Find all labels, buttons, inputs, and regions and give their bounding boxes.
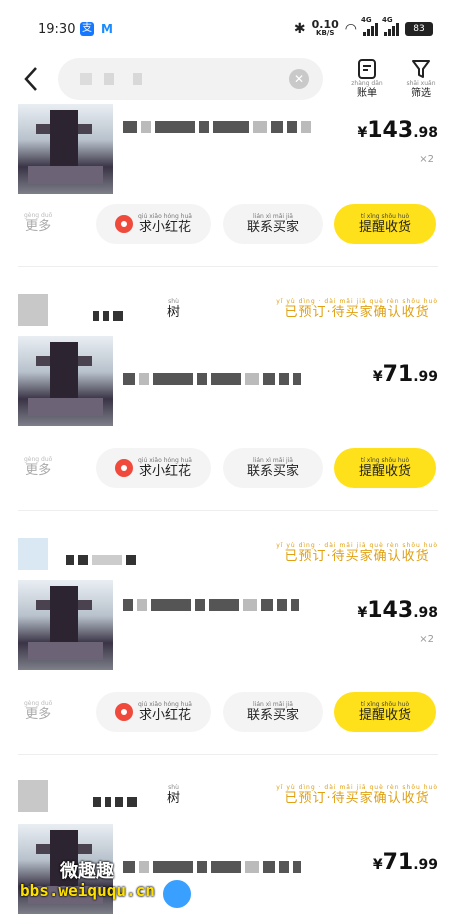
order-status: yǐ yù dìng · dài mǎi jiā què rèn shōu hu…	[276, 298, 438, 320]
network-speed: 0.10 KB/S	[311, 18, 339, 37]
watermark: 微趣趣 bbs.weiququ.cn	[20, 855, 200, 911]
remind-receipt-button[interactable]: tí xǐng shōu huò 提醒收货	[334, 204, 436, 244]
order-card[interactable]: shù 树 yǐ yù dìng · dài mǎi jiā què rèn sh…	[0, 290, 455, 510]
order-status: yǐ yù dìng · dài mǎi jiā què rèn shōu hu…	[276, 784, 438, 806]
contact-buyer-button[interactable]: lián xì mǎi jiā 联系买家	[223, 448, 323, 488]
order-item[interactable]: ¥71.99	[18, 336, 438, 426]
price: ¥143.98	[357, 598, 439, 623]
signal-icon-2: 4G	[382, 16, 399, 36]
shop-name-redacted	[66, 550, 140, 565]
shop-row[interactable]: yǐ yù dìng · dài mǎi jiā què rèn shōu hu…	[18, 538, 438, 572]
battery-icon: 83	[405, 22, 433, 36]
shop-avatar	[18, 538, 48, 570]
product-thumbnail	[18, 580, 113, 670]
wifi-icon: ◠	[344, 21, 357, 37]
filter-button[interactable]: shāi xuǎn 筛选	[404, 58, 438, 99]
clock: 19:30	[38, 22, 76, 37]
shop-name-redacted	[93, 792, 141, 807]
remind-receipt-button[interactable]: tí xǐng shōu huò 提醒收货	[334, 692, 436, 732]
shop-row[interactable]: shù 树 yǐ yù dìng · dài mǎi jiā què rèn sh…	[18, 780, 438, 814]
flower-button[interactable]: qiú xiǎo hóng huā 求小红花	[96, 204, 211, 244]
order-actions: gèng duō 更多 qiú xiǎo hóng huā 求小红花 lián xì…	[18, 204, 438, 248]
product-title-redacted	[123, 368, 305, 390]
shop-row[interactable]: shù 树 yǐ yù dìng · dài mǎi jiā què rèn sh…	[18, 294, 438, 328]
clear-search-icon[interactable]: ✕	[289, 69, 309, 89]
search-input[interactable]: ✕	[58, 58, 323, 100]
meituan-icon: M	[101, 22, 113, 36]
divider	[18, 510, 438, 511]
order-item[interactable]: ¥143.98 ×2	[18, 580, 438, 670]
price: ¥71.99	[372, 850, 438, 875]
order-item[interactable]: ¥143.98 ×2	[18, 104, 438, 194]
divider	[18, 266, 438, 267]
order-card[interactable]: yǐ yù dìng · dài mǎi jiā què rèn shōu hu…	[0, 534, 455, 754]
product-thumbnail	[18, 104, 113, 194]
alipay-icon: 支	[80, 22, 94, 36]
contact-buyer-button[interactable]: lián xì mǎi jiā 联系买家	[223, 692, 323, 732]
order-actions: gèng duō 更多 qiú xiǎo hóng huā 求小红花 lián xì…	[18, 692, 438, 736]
back-arrow-icon[interactable]	[20, 64, 50, 94]
filter-icon	[412, 60, 430, 78]
shop-name-suffix: shù 树	[167, 784, 181, 806]
flower-button[interactable]: qiú xiǎo hóng huā 求小红花	[96, 692, 211, 732]
product-thumbnail	[18, 336, 113, 426]
quantity: ×2	[419, 634, 434, 645]
order-actions: gèng duō 更多 qiú xiǎo hóng huā 求小红花 lián xì…	[18, 448, 438, 492]
price: ¥143.98	[357, 118, 439, 143]
shop-avatar	[18, 294, 48, 326]
status-bar: 19:30 支 M ✱ 0.10 KB/S ◠ 4G 4G 83	[0, 0, 455, 56]
flower-icon	[115, 703, 134, 721]
quantity: ×2	[419, 154, 434, 165]
contact-buyer-button[interactable]: lián xì mǎi jiā 联系买家	[223, 204, 323, 244]
shop-avatar	[18, 780, 48, 812]
product-title-redacted	[123, 594, 303, 616]
price: ¥71.99	[372, 362, 438, 387]
flower-icon	[115, 215, 134, 233]
bluetooth-icon: ✱	[293, 21, 306, 37]
more-button[interactable]: gèng duō 更多	[24, 456, 52, 478]
more-button[interactable]: gèng duō 更多	[24, 700, 52, 722]
product-title-redacted	[123, 116, 315, 138]
order-status: yǐ yù dìng · dài mǎi jiā què rèn shōu hu…	[276, 542, 438, 564]
order-card[interactable]: ¥143.98 ×2 gèng duō 更多 qiú xiǎo hóng huā 求…	[0, 96, 455, 266]
shop-name-redacted	[93, 306, 127, 321]
remind-receipt-button[interactable]: tí xǐng shōu huò 提醒收货	[334, 448, 436, 488]
flower-button[interactable]: qiú xiǎo hóng huā 求小红花	[96, 448, 211, 488]
watermark-mascot-icon	[160, 877, 194, 911]
divider	[18, 754, 438, 755]
bills-button[interactable]: zhàng dān 账单	[350, 58, 384, 99]
shop-name-suffix: shù 树	[167, 298, 181, 320]
more-button[interactable]: gèng duō 更多	[24, 212, 52, 234]
bill-icon	[358, 59, 376, 79]
flower-icon	[115, 459, 134, 477]
signal-icon-1: 4G	[361, 16, 378, 36]
